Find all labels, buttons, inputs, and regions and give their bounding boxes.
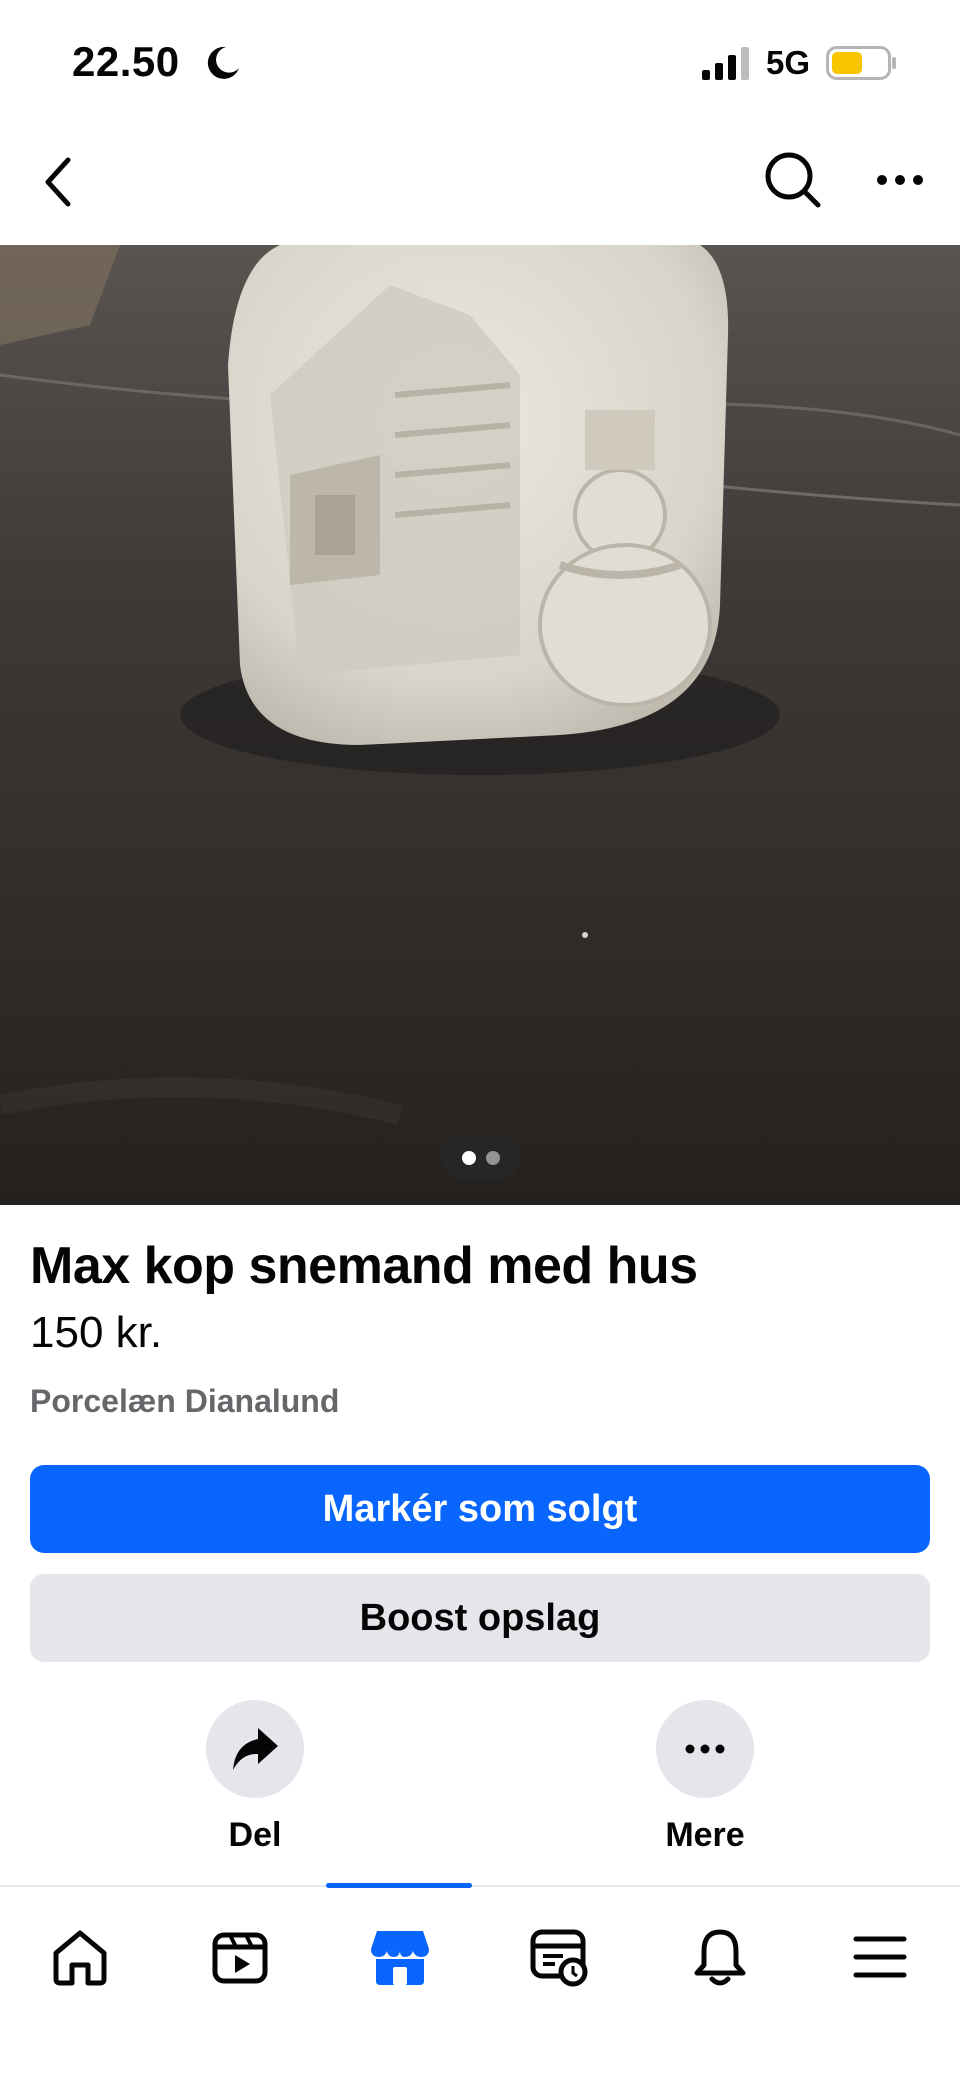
tab-notifications[interactable] xyxy=(680,1917,760,1997)
back-button[interactable] xyxy=(28,142,88,222)
back-icon xyxy=(45,157,71,207)
video-icon xyxy=(212,1932,268,1984)
tab-feeds[interactable] xyxy=(520,1917,600,1997)
photo-pager xyxy=(442,1136,520,1180)
bell-icon xyxy=(694,1929,746,1986)
more-action[interactable]: Mere xyxy=(645,1700,765,1855)
status-bar: 22.50 5G xyxy=(0,0,960,120)
more-horizontal-icon xyxy=(685,1744,725,1754)
home-icon xyxy=(53,1930,107,1986)
listing-photo[interactable] xyxy=(0,245,960,1205)
listing-title: Max kop snemand med hus xyxy=(30,1237,698,1295)
tab-menu[interactable] xyxy=(840,1917,920,1997)
product-image xyxy=(0,245,960,1205)
signal-icon xyxy=(702,47,749,80)
pager-dot xyxy=(486,1151,500,1165)
battery-icon xyxy=(826,46,896,80)
share-icon xyxy=(233,1728,278,1770)
tab-home[interactable] xyxy=(40,1917,120,1997)
listing-category-location: Porcelæn Dianalund xyxy=(30,1383,340,1419)
tab-video[interactable] xyxy=(200,1917,280,1997)
tab-marketplace[interactable] xyxy=(360,1917,440,1997)
share-action[interactable]: Del xyxy=(195,1700,315,1855)
more-horizontal-icon xyxy=(877,175,923,185)
share-label: Del xyxy=(228,1816,282,1854)
listing-price: 150 kr. xyxy=(30,1308,163,1357)
search-button[interactable] xyxy=(758,140,828,220)
menu-icon xyxy=(853,1936,907,1978)
more-label: Mere xyxy=(665,1816,745,1854)
share-button[interactable] xyxy=(206,1700,304,1798)
header xyxy=(0,120,960,245)
more-button[interactable] xyxy=(656,1700,754,1798)
search-icon xyxy=(765,152,821,208)
pager-dot-active xyxy=(462,1151,476,1165)
moon-icon xyxy=(207,46,239,79)
more-options-button[interactable] xyxy=(870,140,930,220)
marketplace-icon xyxy=(371,1931,429,1985)
network-label: 5G xyxy=(766,44,811,81)
boost-listing-button[interactable]: Boost opslag xyxy=(30,1574,930,1662)
bottom-tab-bar xyxy=(0,1883,960,2080)
active-tab-indicator xyxy=(326,1883,472,1888)
status-time: 22.50 xyxy=(72,38,180,85)
feeds-icon xyxy=(530,1929,588,1987)
mark-as-sold-button[interactable]: Markér som solgt xyxy=(30,1465,930,1553)
